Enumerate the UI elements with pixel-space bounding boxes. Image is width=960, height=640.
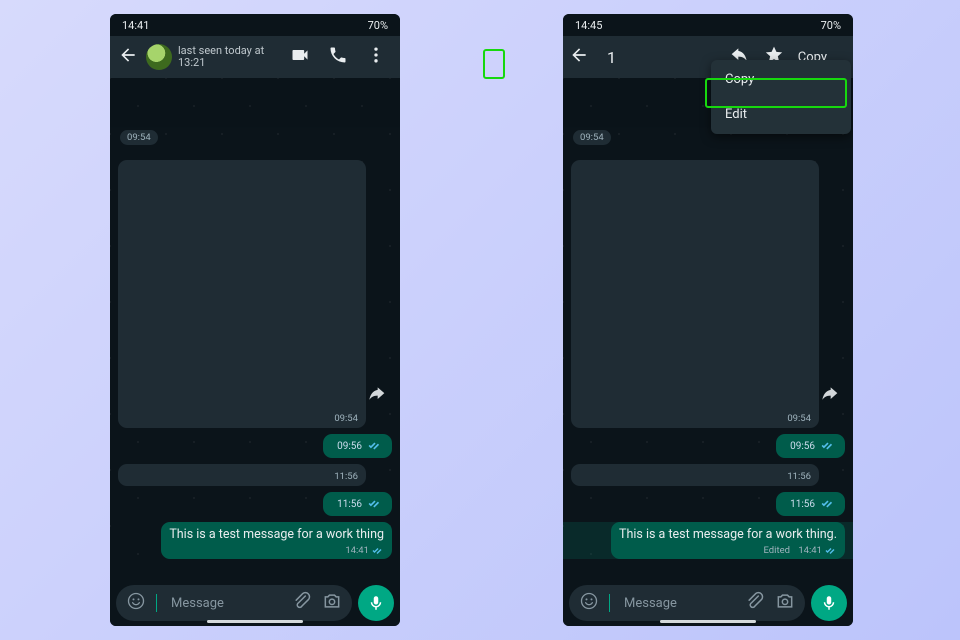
input-placeholder: Message	[171, 596, 282, 611]
date-pill: 09:54	[120, 130, 158, 145]
chat-appbar: last seen today at 13:21	[110, 36, 400, 78]
home-indicator	[660, 620, 756, 623]
voice-call-button[interactable]	[328, 45, 348, 69]
tutorial-figure: 14:41 70% last seen today at 13:21 09:5	[0, 0, 960, 640]
emoji-icon[interactable]	[126, 591, 146, 615]
chat-area[interactable]: 09:54 09:56 11:56 11:56 This is a test m…	[110, 78, 400, 580]
incoming-media-block[interactable]: 09:54	[571, 160, 845, 428]
battery-text: 70%	[368, 19, 388, 32]
home-indicator	[207, 620, 303, 623]
menu-item-copy[interactable]: Copy	[711, 62, 851, 97]
attach-icon[interactable]	[292, 591, 312, 615]
camera-icon[interactable]	[322, 591, 342, 615]
status-time: 14:41	[122, 19, 149, 32]
selection-count: 1	[603, 48, 616, 67]
forward-icon[interactable]	[366, 384, 386, 408]
voice-message-button[interactable]	[358, 585, 394, 621]
message-text: This is a test message for a work thing	[169, 527, 384, 542]
outgoing-bubble[interactable]: 11:56	[118, 492, 392, 516]
chat-area[interactable]: 09:54 09:56 11:56 11:56 This is a test m…	[563, 78, 853, 580]
message-input[interactable]: Message	[569, 585, 805, 621]
back-button[interactable]	[569, 45, 589, 69]
context-menu: Copy Edit	[711, 60, 851, 134]
status-bar: 14:41 70%	[110, 14, 400, 36]
battery-text: 70%	[821, 19, 841, 32]
back-button[interactable]	[116, 45, 140, 69]
outgoing-bubble[interactable]: 09:56	[118, 434, 392, 458]
message-text: This is a test message for a work thing.	[619, 527, 837, 542]
outgoing-text-bubble-selected[interactable]: This is a test message for a work thing.…	[563, 522, 853, 559]
status-bar: 14:45 70%	[563, 14, 853, 36]
phone-screenshot-left: 14:41 70% last seen today at 13:21 09:5	[110, 14, 400, 626]
tutorial-highlight-more	[483, 49, 505, 79]
outgoing-bubble[interactable]: 09:56	[571, 434, 845, 458]
status-time: 14:45	[575, 19, 602, 32]
forward-icon[interactable]	[819, 384, 839, 408]
contact-header[interactable]: last seen today at 13:21	[178, 45, 284, 69]
video-call-button[interactable]	[290, 45, 310, 69]
input-placeholder: Message	[624, 596, 735, 611]
outgoing-text-bubble[interactable]: This is a test message for a work thing …	[118, 522, 392, 559]
camera-icon[interactable]	[775, 591, 795, 615]
attach-icon[interactable]	[745, 591, 765, 615]
more-options-button[interactable]	[366, 45, 386, 69]
incoming-media-block[interactable]: 09:54	[118, 160, 392, 428]
avatar[interactable]	[146, 44, 172, 70]
text-caret	[609, 594, 610, 612]
incoming-bubble[interactable]: 11:56	[571, 464, 845, 486]
last-seen: last seen today at 13:21	[178, 45, 284, 69]
message-input[interactable]: Message	[116, 585, 352, 621]
outgoing-bubble[interactable]: 11:56	[571, 492, 845, 516]
menu-item-edit[interactable]: Edit	[711, 97, 851, 132]
voice-message-button[interactable]	[811, 585, 847, 621]
emoji-icon[interactable]	[579, 591, 599, 615]
incoming-bubble[interactable]: 11:56	[118, 464, 392, 486]
phone-screenshot-right: 14:45 70% 1 Copy 09:54 09:54 Copy	[563, 14, 853, 626]
date-pill: 09:54	[573, 130, 611, 145]
text-caret	[156, 594, 157, 612]
